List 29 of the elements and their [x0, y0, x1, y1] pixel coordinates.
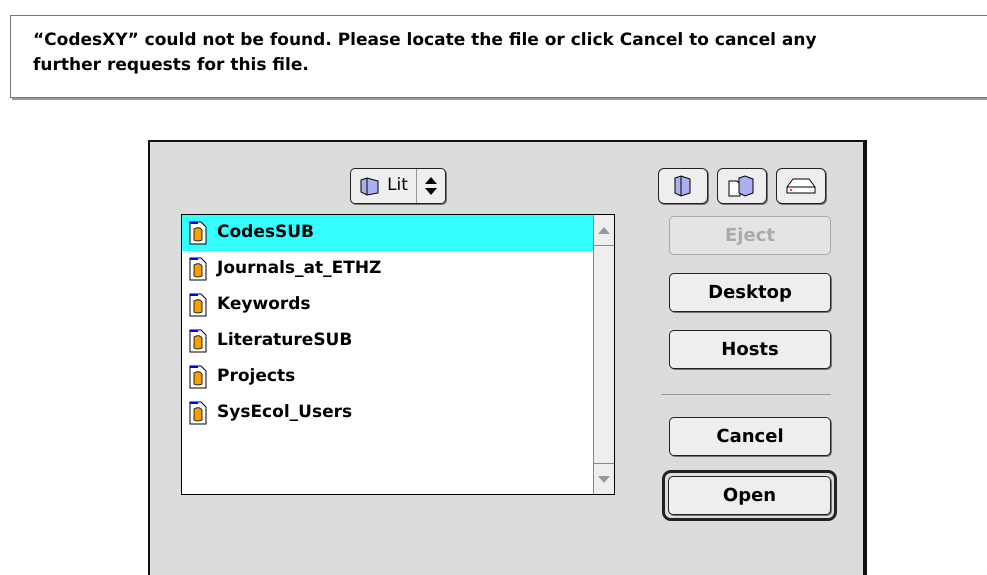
file-item[interactable]: LiteratureSUB — [182, 323, 593, 359]
document-icon — [189, 365, 207, 389]
folder-icon — [359, 176, 382, 196]
dialog-button[interactable]: Cancel — [669, 417, 831, 456]
file-item[interactable]: Journals_at_ETHZ — [182, 251, 593, 287]
file-item[interactable]: Projects — [182, 359, 593, 395]
file-name: SysEcol_Users — [217, 401, 352, 424]
folder-popup[interactable]: Lit — [350, 168, 446, 204]
document-folder-button[interactable] — [717, 168, 767, 204]
dialog-button[interactable]: Desktop — [669, 273, 831, 312]
up-down-arrows-icon — [424, 176, 437, 195]
document-icon — [189, 293, 207, 317]
file-name: CodesSUB — [217, 221, 314, 244]
file-name: Journals_at_ETHZ — [217, 257, 382, 280]
document-icon — [189, 329, 207, 353]
file-item[interactable]: CodesSUB — [182, 215, 593, 251]
file-name: Keywords — [217, 293, 311, 316]
file-name: LiteratureSUB — [217, 329, 352, 352]
file-item[interactable]: Keywords — [182, 287, 593, 323]
folder-button[interactable] — [658, 168, 708, 204]
dialog-button[interactable]: Hosts — [669, 330, 831, 369]
file-item[interactable]: SysEcol_Users — [182, 395, 593, 431]
dialog-button[interactable]: Open — [668, 476, 831, 515]
file-name: Projects — [217, 365, 296, 388]
document-icon — [189, 257, 207, 281]
document-icon — [189, 221, 207, 245]
alert-message: “CodesXY” could not be found. Please locate the file or click Cancel to cancel any further requests for this file. — [33, 29, 818, 77]
disk-button[interactable] — [776, 168, 826, 204]
document-icon — [189, 401, 207, 425]
